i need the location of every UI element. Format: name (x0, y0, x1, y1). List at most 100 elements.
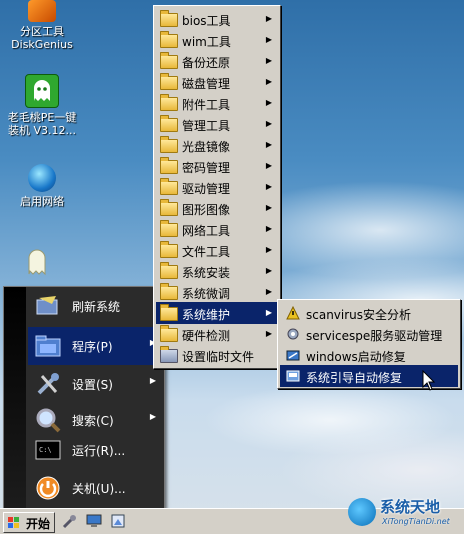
diskgenius-icon (28, 0, 56, 22)
chevron-right-icon: ▶ (265, 266, 272, 275)
programs-item-password[interactable]: 密码管理 ▶ (156, 155, 278, 177)
settings-tools-icon (34, 370, 62, 398)
desktop-icon-label: 分区工具 DiskGenius (11, 25, 73, 51)
desktop-icon-laomaotao[interactable]: 老毛桃PE一键 装机 V3.12... (0, 74, 84, 137)
scan-virus-icon (286, 305, 300, 320)
desktop-icon-diskgenius[interactable]: 分区工具 DiskGenius (0, 0, 84, 51)
programs-item-backup[interactable]: 备份还原 ▶ (156, 50, 278, 72)
chevron-right-icon: ▶ (265, 329, 272, 338)
watermark-title: 系统天地 (380, 498, 441, 516)
programs-item-driver[interactable]: 驱动管理 ▶ (156, 176, 278, 198)
folder-icon (160, 199, 178, 216)
folder-icon (160, 136, 178, 153)
menu-item-label: wim工具 (182, 35, 231, 49)
maint-item-servicespe[interactable]: servicespe服务驱动管理 (280, 323, 458, 345)
ghost-icon (25, 74, 59, 108)
chevron-right-icon: ▶ (265, 140, 272, 149)
start-item-label: 关机(U)... (72, 482, 126, 496)
menu-item-label: windows启动修复 (306, 350, 406, 364)
quicklaunch-computer-icon[interactable] (86, 513, 102, 529)
programs-item-iso[interactable]: 光盘镜像 ▶ (156, 134, 278, 156)
menu-item-label: 系统维护 (182, 308, 231, 322)
magnifier-search-icon (34, 406, 62, 434)
start-item-settings[interactable]: 设置(S) ▶ (28, 365, 162, 403)
menu-item-label: 驱动管理 (182, 182, 231, 196)
start-item-programs[interactable]: 程序(P) ▶ (28, 327, 162, 365)
programs-item-maintenance[interactable]: 系统维护 ▶ (156, 302, 278, 324)
chevron-right-icon: ▶ (149, 376, 156, 385)
programs-item-file[interactable]: 文件工具 ▶ (156, 239, 278, 261)
start-menu-stripe (4, 287, 26, 509)
desktop-icon-label: 老毛桃PE一键 装机 V3.12... (7, 111, 77, 137)
menu-item-label: 密码管理 (182, 161, 231, 175)
start-item-label: 程序(P) (72, 340, 113, 354)
menu-item-label: 图形图像 (182, 203, 231, 217)
programs-item-graphics[interactable]: 图形图像 ▶ (156, 197, 278, 219)
programs-folder-icon (34, 332, 62, 360)
programs-item-tempfile[interactable]: 设置临时文件 (156, 344, 278, 366)
start-button[interactable]: 开始 (3, 512, 55, 533)
folder-icon (160, 262, 178, 279)
quicklaunch-display-icon[interactable] (110, 513, 126, 529)
chevron-right-icon: ▶ (265, 98, 272, 107)
programs-item-install[interactable]: 系统安装 ▶ (156, 260, 278, 282)
programs-item-network[interactable]: 网络工具 ▶ (156, 218, 278, 240)
folder-icon (160, 157, 178, 174)
menu-item-label: 附件工具 (182, 98, 231, 112)
chevron-right-icon: ▶ (265, 308, 272, 317)
menu-item-label: 备份还原 (182, 56, 231, 70)
folder-icon (160, 31, 178, 48)
menu-item-label: 设置临时文件 (182, 350, 255, 364)
service-gear-icon (286, 327, 300, 341)
folder-icon (160, 304, 178, 321)
chevron-right-icon: ▶ (265, 161, 272, 170)
menu-item-label: 硬件检测 (182, 329, 231, 343)
menu-item-label: bios工具 (182, 14, 231, 28)
programs-item-admin[interactable]: 管理工具 ▶ (156, 113, 278, 135)
menu-item-label: 系统微调 (182, 287, 231, 301)
menu-item-label: 文件工具 (182, 245, 231, 259)
programs-item-wim[interactable]: wim工具 ▶ (156, 29, 278, 51)
start-menu: 刷新系统 程序(P) ▶ 设置(S) ▶ 搜索(C) ▶ C:\ (3, 286, 165, 510)
programs-menu: bios工具 ▶ wim工具 ▶ 备份还原 ▶ 磁盘管理 ▶ 附件工具 ▶ 管理工具 ▶ 光… (153, 5, 281, 369)
chevron-right-icon: ▶ (265, 182, 272, 191)
start-item-run[interactable]: C:\ 运行(R)... (28, 431, 162, 469)
chevron-right-icon: ▶ (265, 287, 272, 296)
windows-logo-icon (8, 517, 20, 529)
refresh-system-icon (34, 292, 62, 320)
programs-item-tweak[interactable]: 系统微调 ▶ (156, 281, 278, 303)
folder-icon (160, 10, 178, 27)
ghost-small-icon[interactable] (26, 248, 48, 276)
folder-icon (160, 220, 178, 237)
programs-item-disk[interactable]: 磁盘管理 ▶ (156, 71, 278, 93)
programs-item-hardware[interactable]: 硬件检测 ▶ (156, 323, 278, 345)
settings-file-icon (160, 346, 178, 363)
desktop-icon-label: 启用网络 (20, 195, 64, 208)
menu-item-label: 光盘镜像 (182, 140, 231, 154)
start-item-shutdown[interactable]: 关机(U)... (28, 469, 162, 507)
menu-item-label: scanvirus安全分析 (306, 308, 412, 322)
folder-icon (160, 94, 178, 111)
menu-item-label: 管理工具 (182, 119, 231, 133)
chevron-right-icon: ▶ (265, 203, 272, 212)
chevron-right-icon: ▶ (265, 77, 272, 86)
maint-item-windows-repair[interactable]: windows启动修复 (280, 344, 458, 366)
desktop-icon-network[interactable]: 启用网络 (0, 164, 84, 208)
menu-item-label: 系统引导自动修复 (306, 371, 403, 385)
maint-item-scanvirus[interactable]: scanvirus安全分析 (280, 302, 458, 324)
programs-item-bios[interactable]: bios工具 ▶ (156, 8, 278, 30)
start-item-label: 搜索(C) (72, 414, 114, 428)
menu-item-label: 系统安装 (182, 266, 231, 280)
folder-icon (160, 283, 178, 300)
menu-item-label: servicespe服务驱动管理 (306, 329, 443, 343)
site-watermark: 系统天地 XiTongTianDi.net (346, 492, 464, 534)
chevron-right-icon: ▶ (265, 119, 272, 128)
start-item-refresh[interactable]: 刷新系统 (28, 287, 162, 325)
start-button-label: 开始 (26, 517, 51, 531)
site-logo-icon (348, 498, 376, 526)
folder-icon (160, 52, 178, 69)
shutdown-icon (34, 474, 62, 502)
svg-text:C:\: C:\ (39, 446, 52, 454)
quicklaunch-tool-icon[interactable] (62, 513, 78, 529)
programs-item-accessories[interactable]: 附件工具 ▶ (156, 92, 278, 114)
